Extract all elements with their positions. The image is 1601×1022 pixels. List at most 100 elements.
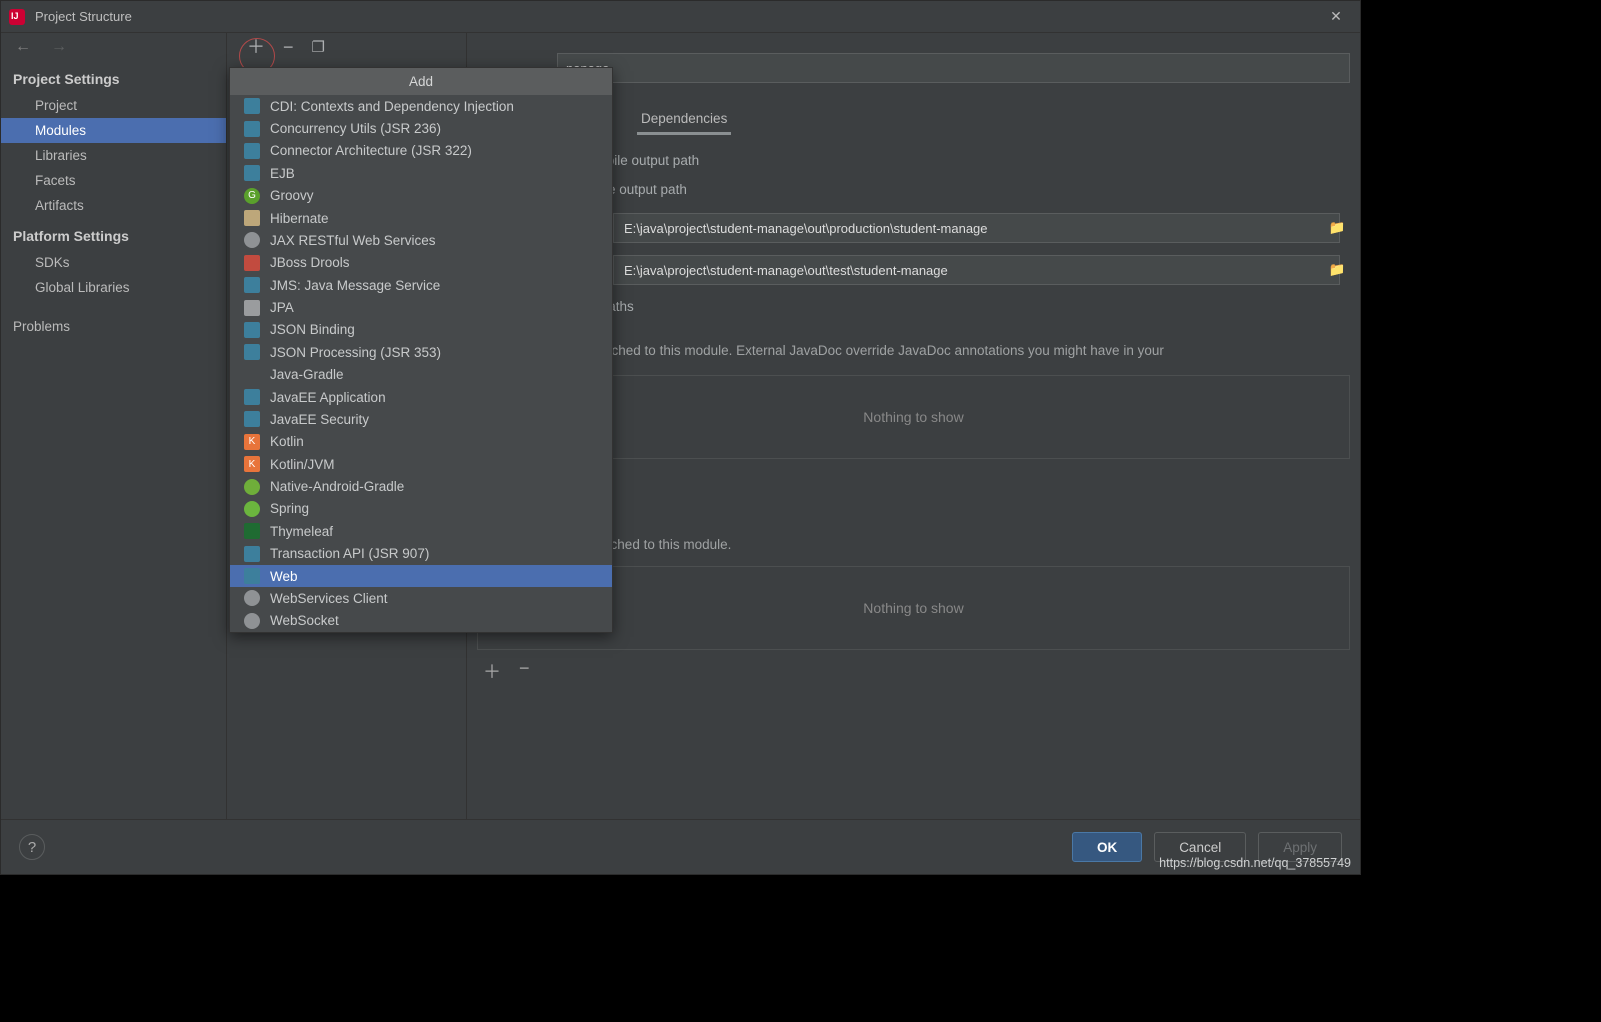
sidebar-item-facets[interactable]: Facets <box>1 168 226 193</box>
dropdown-item-label: Spring <box>270 501 309 516</box>
framework-icon <box>244 590 260 606</box>
dropdown-header: Add <box>230 68 612 95</box>
dropdown-item[interactable]: Web <box>230 565 612 587</box>
sidebar-item-global-libraries[interactable]: Global Libraries <box>1 275 226 300</box>
settings-sidebar: ← → Project Settings Project Modules Lib… <box>1 33 227 819</box>
sidebar-item-libraries[interactable]: Libraries <box>1 143 226 168</box>
framework-icon <box>244 389 260 405</box>
dropdown-item-label: JavaEE Security <box>270 412 369 427</box>
framework-icon <box>244 277 260 293</box>
framework-icon <box>244 210 260 226</box>
dropdown-item[interactable]: Thymeleaf <box>230 520 612 542</box>
dropdown-item[interactable]: Spring <box>230 498 612 520</box>
dropdown-item-label: JSON Processing (JSR 353) <box>270 345 441 360</box>
dropdown-item-label: Thymeleaf <box>270 524 333 539</box>
dropdown-item-label: Connector Architecture (JSR 322) <box>270 143 472 158</box>
framework-icon <box>244 255 260 271</box>
output-path-input[interactable] <box>613 213 1340 243</box>
browse-output-icon[interactable]: 📁 <box>1324 215 1350 241</box>
dropdown-item[interactable]: Java-Gradle <box>230 364 612 386</box>
dropdown-item-label: Hibernate <box>270 211 329 226</box>
project-settings-header: Project Settings <box>1 61 226 93</box>
dropdown-item-label: Native-Android-Gradle <box>270 479 404 494</box>
framework-icon <box>244 300 260 316</box>
dropdown-item[interactable]: Concurrency Utils (JSR 236) <box>230 117 612 139</box>
copy-module-button[interactable]: ❐ <box>312 40 325 55</box>
dropdown-item[interactable]: Connector Architecture (JSR 322) <box>230 140 612 162</box>
dropdown-item[interactable]: WebServices Client <box>230 587 612 609</box>
dropdown-item-label: CDI: Contexts and Dependency Injection <box>270 99 514 114</box>
dropdown-item-label: Kotlin/JVM <box>270 457 335 472</box>
framework-icon: G <box>244 188 260 204</box>
back-icon[interactable]: ← <box>15 38 31 56</box>
dropdown-item[interactable]: G Groovy <box>230 185 612 207</box>
dropdown-item[interactable]: Hibernate <box>230 207 612 229</box>
forward-icon[interactable]: → <box>51 38 67 56</box>
dropdown-item-label: JSON Binding <box>270 322 355 337</box>
dropdown-item[interactable]: Native-Android-Gradle <box>230 475 612 497</box>
help-button[interactable]: ? <box>19 834 45 860</box>
remove-module-button[interactable]: − <box>283 38 294 56</box>
module-name-input[interactable] <box>557 53 1350 83</box>
dropdown-item[interactable]: EJB <box>230 162 612 184</box>
add-framework-dropdown: Add CDI: Contexts and Dependency Injecti… <box>229 67 613 633</box>
remove-annotation-button[interactable]: − <box>519 658 530 684</box>
framework-icon <box>244 367 260 383</box>
project-structure-dialog: Project Structure ✕ ← → Project Settings… <box>0 0 1361 875</box>
framework-icon <box>244 479 260 495</box>
framework-icon <box>244 165 260 181</box>
dropdown-item-label: Groovy <box>270 188 314 203</box>
sidebar-item-sdks[interactable]: SDKs <box>1 250 226 275</box>
ok-button[interactable]: OK <box>1072 832 1142 862</box>
browse-test-output-icon[interactable]: 📁 <box>1324 257 1350 283</box>
dropdown-item[interactable]: JBoss Drools <box>230 252 612 274</box>
dropdown-item-label: Web <box>270 569 298 584</box>
framework-icon <box>244 411 260 427</box>
dropdown-item-label: JAX RESTful Web Services <box>270 233 436 248</box>
app-icon <box>9 9 25 25</box>
dropdown-item-label: Kotlin <box>270 434 304 449</box>
framework-icon <box>244 523 260 539</box>
framework-icon <box>244 568 260 584</box>
dropdown-item[interactable]: Transaction API (JSR 907) <box>230 543 612 565</box>
framework-icon <box>244 322 260 338</box>
framework-icon <box>244 344 260 360</box>
framework-icon <box>244 232 260 248</box>
dropdown-item[interactable]: JavaEE Application <box>230 386 612 408</box>
dropdown-item-label: JavaEE Application <box>270 390 386 405</box>
dropdown-item[interactable]: JMS: Java Message Service <box>230 274 612 296</box>
javadoc-empty-text: Nothing to show <box>863 409 963 425</box>
dropdown-item-label: Java-Gradle <box>270 367 344 382</box>
sidebar-item-problems[interactable]: Problems <box>1 314 226 339</box>
close-icon[interactable]: ✕ <box>1320 8 1352 25</box>
dropdown-item-label: EJB <box>270 166 295 181</box>
add-annotation-button[interactable]: ＋ <box>483 658 501 684</box>
sidebar-item-artifacts[interactable]: Artifacts <box>1 193 226 218</box>
dropdown-item[interactable]: KKotlin <box>230 431 612 453</box>
tab-dependencies[interactable]: Dependencies <box>637 105 731 135</box>
titlebar: Project Structure ✕ <box>1 1 1360 33</box>
dropdown-item[interactable]: KKotlin/JVM <box>230 453 612 475</box>
dropdown-item[interactable]: JSON Binding <box>230 319 612 341</box>
dropdown-item-label: JPA <box>270 300 294 315</box>
dropdown-item-label: JBoss Drools <box>270 255 350 270</box>
test-output-path-input[interactable] <box>613 255 1340 285</box>
sidebar-item-project[interactable]: Project <box>1 93 226 118</box>
dropdown-item[interactable]: JPA <box>230 296 612 318</box>
framework-icon <box>244 98 260 114</box>
dropdown-item-label: JMS: Java Message Service <box>270 278 440 293</box>
dropdown-item[interactable]: JSON Processing (JSR 353) <box>230 341 612 363</box>
framework-icon <box>244 143 260 159</box>
framework-icon <box>244 501 260 517</box>
framework-icon <box>244 546 260 562</box>
dropdown-list: CDI: Contexts and Dependency Injection Co… <box>230 95 612 632</box>
dropdown-item-label: Transaction API (JSR 907) <box>270 546 429 561</box>
dropdown-item[interactable]: CDI: Contexts and Dependency Injection <box>230 95 612 117</box>
dropdown-item[interactable]: WebSocket <box>230 610 612 632</box>
dropdown-item[interactable]: JAX RESTful Web Services <box>230 229 612 251</box>
platform-settings-header: Platform Settings <box>1 218 226 250</box>
dropdown-item-label: Concurrency Utils (JSR 236) <box>270 121 441 136</box>
dropdown-item[interactable]: JavaEE Security <box>230 408 612 430</box>
sidebar-item-modules[interactable]: Modules <box>1 118 226 143</box>
framework-icon <box>244 121 260 137</box>
